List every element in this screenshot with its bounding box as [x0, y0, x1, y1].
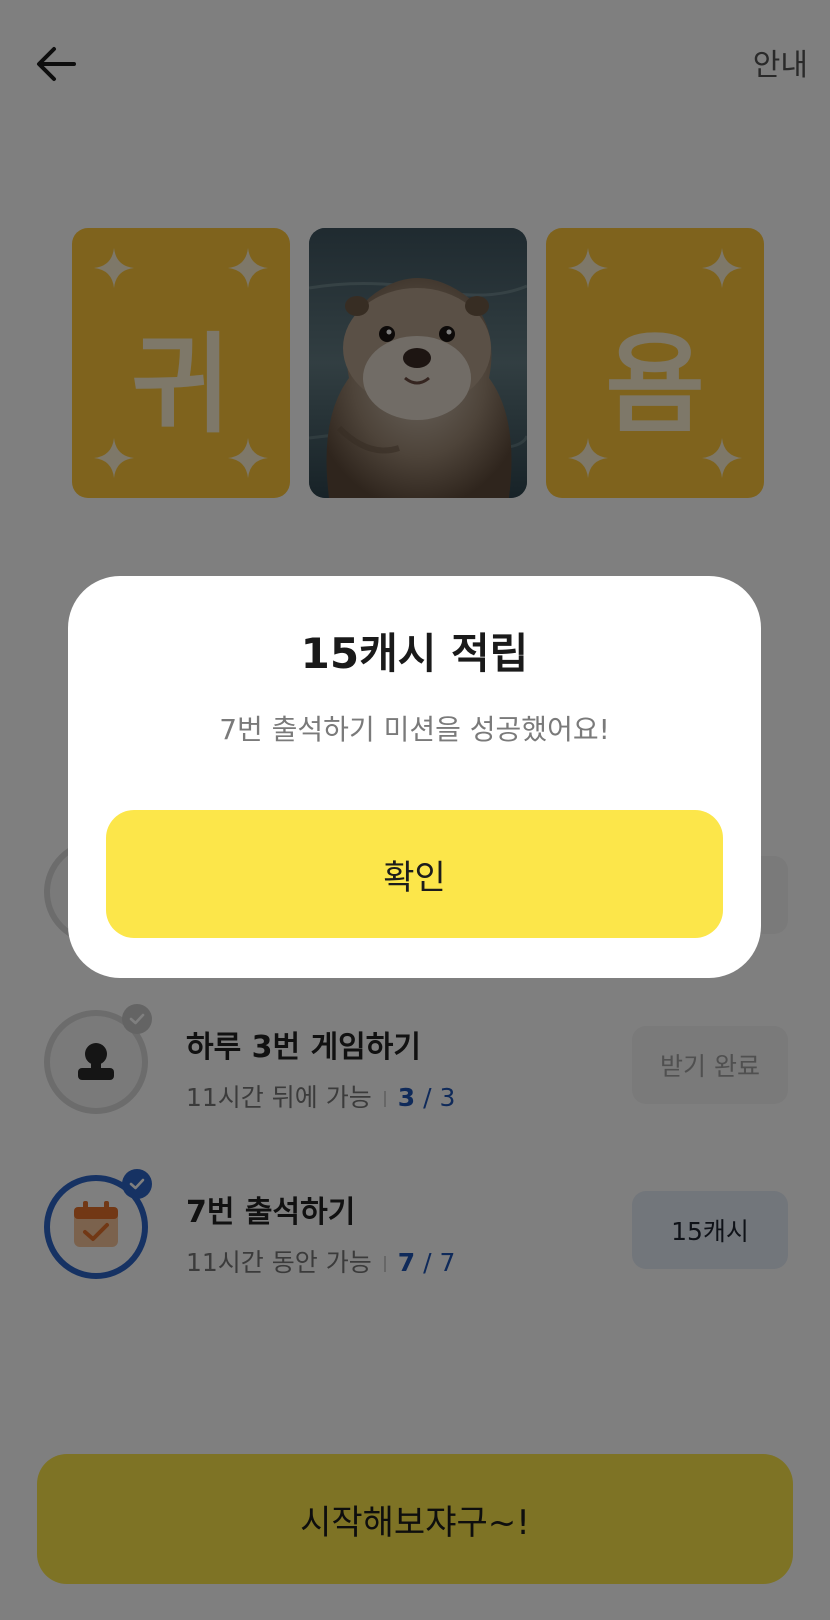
- reward-modal: 15캐시 적립 7번 출석하기 미션을 성공했어요! 확인: [68, 576, 761, 978]
- confirm-button[interactable]: 확인: [106, 810, 723, 938]
- attendance-screen: 안내 귀: [0, 0, 830, 1620]
- modal-title: 15캐시 적립: [300, 629, 529, 678]
- modal-message: 7번 출석하기 미션을 성공했어요!: [219, 713, 610, 746]
